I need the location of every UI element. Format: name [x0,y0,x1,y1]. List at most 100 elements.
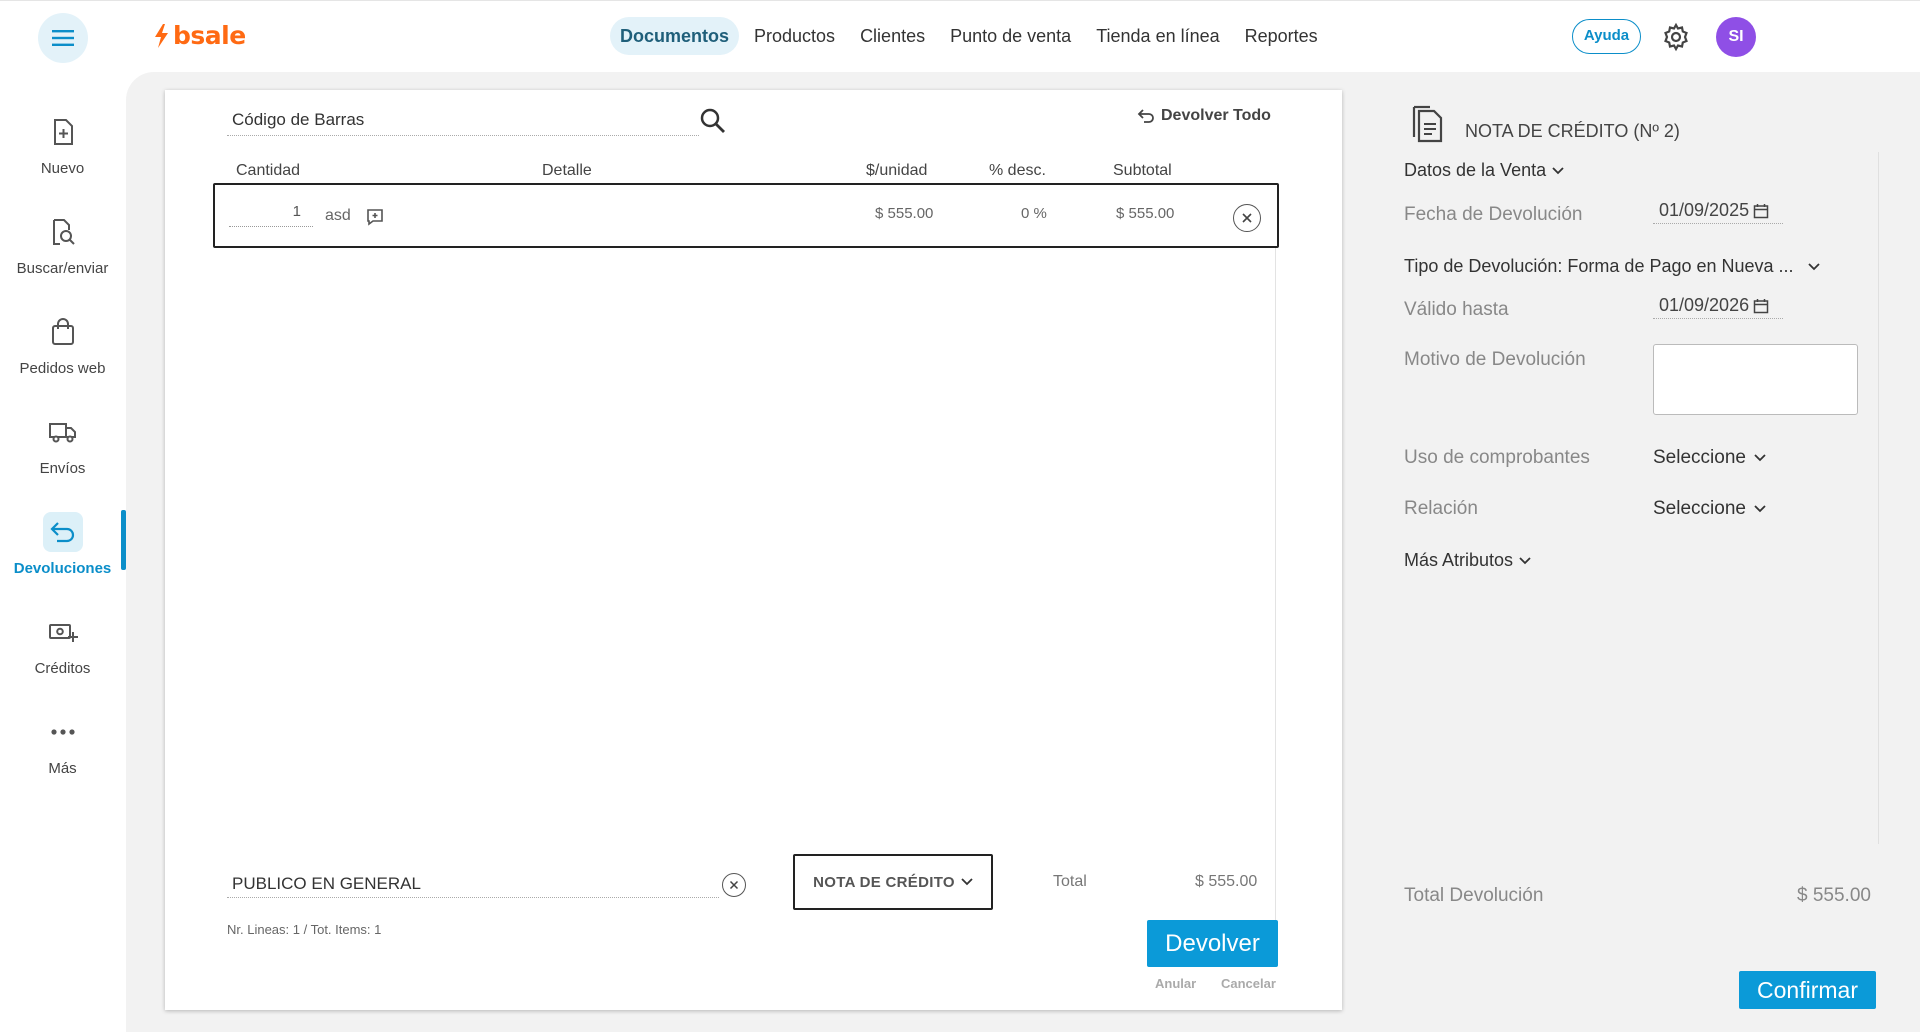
table-divider [1275,248,1276,934]
return-type-dropdown[interactable]: Tipo de Devolución: Forma de Pago en Nue… [1404,256,1820,277]
reason-textarea[interactable] [1653,344,1858,415]
hamburger-icon [52,30,74,46]
column-discount: % desc. [989,162,1046,179]
column-unit-price: $/unidad [866,162,928,179]
sale-data-label: Datos de la Venta [1404,160,1547,180]
sidebar-item-label: Envíos [39,460,86,477]
column-cantidad: Cantidad [236,162,301,179]
search-icon [700,108,725,133]
chevron-down-icon [1807,262,1820,270]
chevron-down-icon [1754,505,1766,513]
file-plus-icon [53,119,73,145]
valid-until-value: 01/09/2026 [1659,295,1750,315]
bsale-logo[interactable]: bsale [152,21,246,50]
item-detail: asd [325,207,351,224]
sidebar-item-creditos[interactable]: Créditos [0,612,125,677]
shopping-bag-icon [51,318,74,345]
unit-price: $ 555.00 [875,205,934,222]
return-button[interactable]: Devolver [1147,920,1278,967]
sidebar-item-label: Nuevo [40,160,85,177]
items-table-header: Cantidad Detalle $/unidad % desc. Subtot… [165,162,1342,182]
client-input[interactable]: PUBLICO EN GENERAL [227,870,719,898]
hamburger-menu-button[interactable] [38,13,88,63]
relation-select[interactable]: Seleccione [1653,498,1766,520]
more-dots-icon [50,729,75,735]
return-arrow-icon [49,522,74,543]
close-icon [729,880,739,890]
top-navigation: Documentos Productos Clientes Punto de v… [610,17,1333,55]
top-bar: bsale Documentos Productos Clientes Punt… [0,0,1920,72]
nav-tienda-en-linea[interactable]: Tienda en línea [1086,17,1229,55]
valid-until-label: Válido hasta [1404,299,1509,320]
chevron-down-icon [961,878,973,886]
sidebar-item-label: Pedidos web [19,360,106,377]
sidebar-item-label: Más [48,760,77,777]
money-plus-icon [48,624,78,642]
usage-label: Uso de comprobantes [1404,447,1590,468]
nav-punto-de-venta[interactable]: Punto de venta [940,17,1081,55]
remove-row-button[interactable] [1233,204,1261,232]
gear-icon [1664,22,1688,52]
total-value: $ 555.00 [1195,873,1258,890]
cancel-link[interactable]: Cancelar [1221,976,1276,991]
calendar-icon [1753,203,1769,218]
panel-title: NOTA DE CRÉDITO (Nº 2) [1465,121,1680,141]
return-all-button[interactable]: Devolver Todo [1137,107,1271,125]
chevron-down-icon [1519,556,1531,564]
nav-reportes[interactable]: Reportes [1235,17,1328,55]
logo-bolt-icon [155,23,168,48]
sale-data-toggle[interactable]: Datos de la Venta [1404,160,1564,181]
truck-icon [48,423,76,443]
document-card: Código de Barras Devolver Todo Cantidad … [165,90,1342,1010]
void-link[interactable]: Anular [1155,976,1196,991]
help-button[interactable]: Ayuda [1572,19,1641,54]
more-attributes-toggle[interactable]: Más Atributos [1404,550,1531,571]
quantity-input[interactable]: 1 [229,203,313,227]
line-item-counts: Nr. Lineas: 1 / Tot. Items: 1 [227,922,382,937]
undo-arrow-icon [1137,109,1154,123]
search-button[interactable] [698,106,728,136]
sidebar-item-pedidos-web[interactable]: Pedidos web [0,312,125,377]
sidebar-item-nuevo[interactable]: Nuevo [0,112,125,177]
return-type-label: Tipo de Devolución: Forma de Pago en Nue… [1404,256,1794,276]
sidebar-item-mas[interactable]: Más [0,712,125,777]
sidebar-item-buscar-enviar[interactable]: Buscar/enviar [0,212,125,277]
chevron-down-icon [1552,166,1564,174]
valid-until-field[interactable]: 01/09/2026 [1653,293,1783,319]
clear-client-button[interactable] [722,873,746,897]
return-date-field[interactable]: 01/09/2025 [1653,198,1783,224]
confirm-button[interactable]: Confirmar [1739,971,1876,1009]
user-avatar[interactable]: SI [1716,17,1756,57]
settings-button[interactable] [1660,21,1692,53]
barcode-input[interactable]: Código de Barras [227,110,699,136]
add-note-button[interactable] [365,207,385,227]
document-icon [1410,104,1444,144]
sidebar: Nuevo Buscar/enviar Pedidos web Envíos D… [0,72,126,1032]
discount-value: 0 % [1021,205,1047,222]
logo-text: bsale [173,21,246,50]
document-type-dropdown[interactable]: NOTA DE CRÉDITO [793,854,993,910]
nav-documentos[interactable]: Documentos [610,17,740,55]
return-date-label: Fecha de Devolución [1404,204,1583,225]
sidebar-item-label: Devoluciones [13,560,112,577]
comment-plus-icon [367,209,383,226]
close-icon [1242,213,1252,223]
usage-select[interactable]: Seleccione [1653,447,1766,469]
return-all-label: Devolver Todo [1161,107,1271,124]
sidebar-item-devoluciones[interactable]: Devoluciones [0,512,125,577]
table-row: 1 asd $ 555.00 0 % $ 555.00 [213,183,1279,248]
subtotal-value: $ 555.00 [1116,205,1175,222]
file-search-icon [52,219,75,245]
nav-productos[interactable]: Productos [744,17,845,55]
sidebar-item-envios[interactable]: Envíos [0,412,125,477]
return-date-value: 01/09/2025 [1659,200,1750,220]
sidebar-item-label: Créditos [34,660,91,677]
total-label: Total [1053,873,1087,890]
relation-value: Seleccione [1653,498,1746,519]
sidebar-item-label: Buscar/enviar [16,260,109,277]
usage-value: Seleccione [1653,447,1746,468]
total-return-value: $ 555.00 [1797,885,1871,906]
total-return-label: Total Devolución [1404,885,1544,906]
panel-divider [1878,152,1879,844]
nav-clientes[interactable]: Clientes [850,17,935,55]
